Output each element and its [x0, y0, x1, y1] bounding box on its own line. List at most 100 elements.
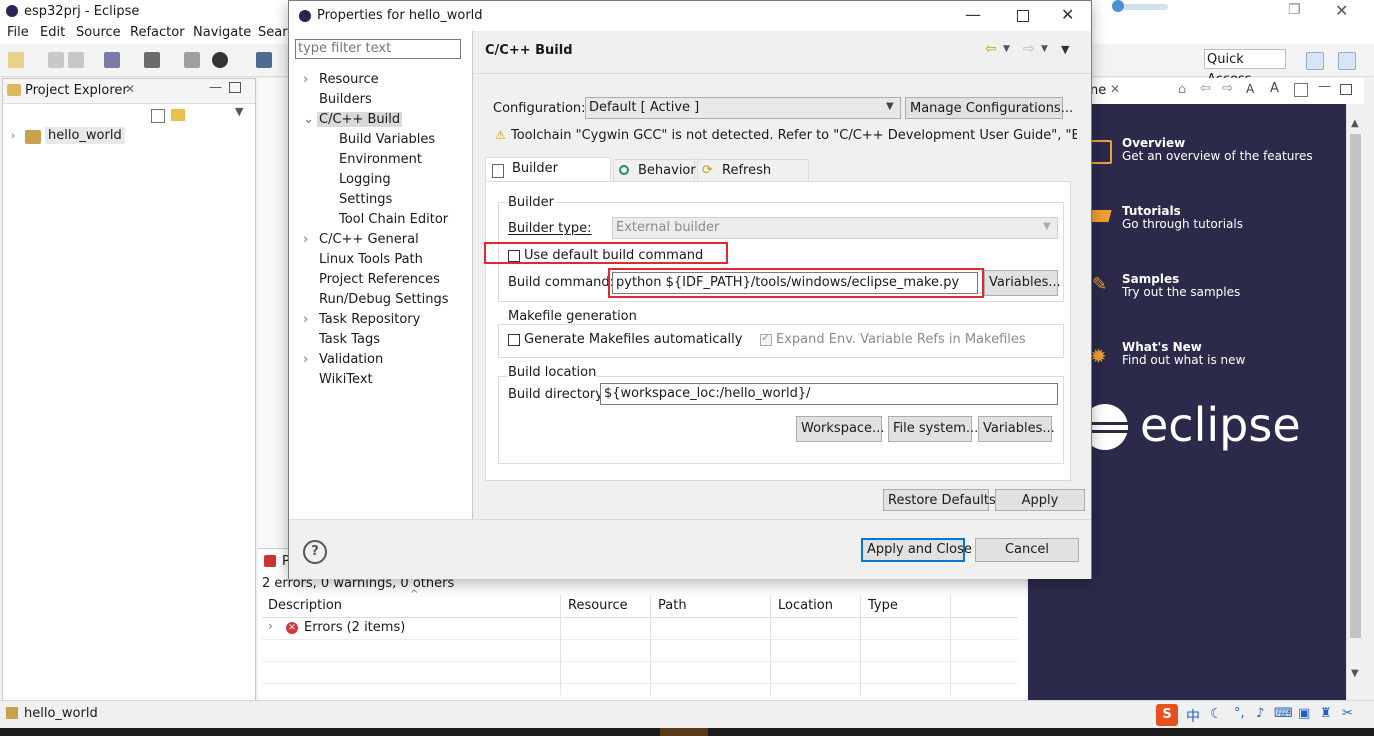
variables-button[interactable]: Variables... — [984, 270, 1061, 296]
tree-item[interactable]: Environment — [339, 152, 422, 167]
welcome-overview-title[interactable]: Overview — [1122, 136, 1185, 150]
tree-expand-icon[interactable]: › — [303, 72, 308, 87]
welcome-tab-label[interactable]: ne — [1090, 83, 1106, 98]
keyboard-icon[interactable]: ⌨ — [1274, 706, 1293, 721]
font-smaller-icon[interactable]: A — [1246, 82, 1254, 96]
project-explorer-title[interactable]: Project Explorer — [25, 83, 128, 98]
home-icon[interactable]: ⌂ — [1178, 82, 1186, 97]
scroll-down-icon[interactable]: ▼ — [1351, 668, 1359, 679]
maximize-view-icon[interactable] — [229, 82, 241, 93]
moon-icon[interactable]: ☾ — [1210, 706, 1223, 722]
project-hello-world[interactable]: hello_world — [45, 127, 125, 144]
close-view-icon[interactable]: ✕ — [125, 82, 135, 96]
column-description[interactable]: Description — [268, 598, 342, 613]
tree-item[interactable]: Settings — [339, 192, 392, 207]
menu-navigate[interactable]: Navigate — [193, 25, 251, 40]
close-tab-icon[interactable]: ✕ — [1110, 82, 1120, 96]
workspace-button[interactable]: Workspace... — [796, 416, 884, 442]
welcome-tutorials-title[interactable]: Tutorials — [1122, 204, 1181, 218]
builder-type-select[interactable]: External builder ▼ — [612, 217, 1058, 239]
minimize-dialog-icon[interactable]: — — [965, 5, 981, 24]
tab-behavior[interactable]: Behavior — [613, 159, 696, 181]
column-location[interactable]: Location — [778, 598, 833, 613]
forward-icon[interactable]: ⇨ — [1222, 81, 1233, 96]
tree-item[interactable]: Task Repository — [319, 312, 420, 327]
skin-icon[interactable]: ▣ — [1298, 706, 1310, 721]
menu-edit[interactable]: Edit — [40, 25, 65, 40]
shirt-icon[interactable]: ♜ — [1320, 706, 1332, 721]
perspective-icon[interactable] — [1306, 52, 1324, 70]
back-nav-icon[interactable]: ⇦ — [985, 41, 997, 57]
maximize-view-icon[interactable] — [1340, 84, 1352, 95]
tree-item[interactable]: WikiText — [319, 372, 373, 387]
ime-icon[interactable]: S — [1156, 704, 1178, 726]
debug-icon[interactable] — [184, 52, 200, 68]
collapse-all-icon[interactable] — [151, 109, 165, 123]
back-dropdown-icon[interactable]: ▼ — [1003, 44, 1010, 54]
restore-defaults-button[interactable]: Restore Defaults — [883, 489, 996, 511]
column-resource[interactable]: Resource — [568, 598, 628, 613]
expand-arrow-icon[interactable]: › — [268, 619, 273, 633]
forward-dropdown-icon[interactable]: ▼ — [1041, 44, 1048, 54]
forward-nav-icon[interactable]: ⇨ — [1023, 41, 1035, 57]
overview-icon[interactable] — [1090, 140, 1112, 164]
tree-item[interactable]: Logging — [339, 172, 391, 187]
back-icon[interactable]: ⇦ — [1200, 81, 1211, 96]
close-window-icon[interactable]: ✕ — [1335, 1, 1348, 20]
apply-and-close-button[interactable]: Apply and Close — [861, 538, 972, 562]
cpp-perspective-icon[interactable] — [1338, 52, 1356, 70]
welcome-samples-title[interactable]: Samples — [1122, 272, 1179, 286]
file-system-button[interactable]: File system... — [888, 416, 978, 442]
tools-icon[interactable]: ✂ — [1342, 706, 1353, 721]
help-icon[interactable]: ? — [303, 540, 327, 564]
scroll-up-icon[interactable]: ▲ — [1351, 118, 1359, 129]
tree-item[interactable]: Project References — [319, 272, 440, 287]
slider-knob-icon[interactable] — [1112, 0, 1124, 12]
tree-item[interactable]: Linux Tools Path — [319, 252, 423, 267]
menu-search[interactable]: Sear — [258, 25, 288, 40]
welcome-scrollbar[interactable]: ▲ ▼ — [1346, 104, 1365, 700]
configuration-select[interactable]: Default [ Active ] ▼ — [585, 97, 901, 119]
build-icon[interactable] — [104, 52, 120, 68]
quick-access-field[interactable]: Quick Access — [1204, 49, 1286, 87]
build-directory-input[interactable]: ${workspace_loc:/hello_world}/ — [600, 383, 1058, 405]
tree-expand-icon[interactable]: › — [303, 312, 308, 327]
view-menu-icon[interactable]: ▼ — [1061, 43, 1069, 56]
taskbar-app-icon[interactable] — [660, 728, 708, 736]
tree-item[interactable]: Build Variables — [339, 132, 435, 147]
tab-refresh-policy[interactable]: ⟳ Refresh Policy — [697, 159, 809, 200]
column-type[interactable]: Type — [868, 598, 898, 613]
tree-item[interactable]: Resource — [319, 72, 379, 87]
font-larger-icon[interactable]: A — [1270, 81, 1279, 96]
tree-item[interactable]: Validation — [319, 352, 383, 367]
samples-icon[interactable]: ✎ — [1092, 274, 1107, 295]
generate-makefiles-checkbox[interactable] — [508, 334, 520, 346]
tree-item[interactable]: Run/Debug Settings — [319, 292, 449, 307]
punctuation-icon[interactable]: °, — [1234, 706, 1245, 721]
link-editor-icon[interactable] — [171, 109, 185, 121]
run-icon[interactable] — [212, 52, 228, 68]
tree-item[interactable]: Builders — [319, 92, 372, 107]
tree-expand-icon[interactable]: › — [303, 232, 308, 247]
whats-new-icon[interactable]: ✹ — [1090, 344, 1107, 368]
close-dialog-icon[interactable]: ✕ — [1061, 5, 1074, 24]
tree-item[interactable]: C/C++ Build — [317, 112, 403, 127]
tree-collapse-icon[interactable]: ⌄ — [303, 112, 314, 127]
tree-expand-icon[interactable]: › — [303, 352, 308, 367]
menu-refactor[interactable]: Refactor — [130, 25, 185, 40]
tree-item[interactable]: Task Tags — [319, 332, 380, 347]
cancel-button[interactable]: Cancel — [975, 538, 1079, 562]
generate-makefiles-label[interactable]: Generate Makefiles automatically — [524, 332, 742, 347]
save-all-icon[interactable] — [68, 52, 84, 68]
mic-icon[interactable]: ♪ — [1256, 706, 1264, 721]
chinese-input-icon[interactable]: 中 — [1186, 706, 1200, 726]
save-icon[interactable] — [48, 52, 64, 68]
apply-button[interactable]: Apply — [995, 489, 1085, 511]
new-icon[interactable] — [8, 52, 24, 68]
filter-input[interactable]: type filter text — [295, 39, 461, 59]
tab-builder-settings[interactable]: Builder Settings — [485, 157, 611, 198]
scroll-thumb[interactable] — [1350, 134, 1361, 638]
manage-configurations-button[interactable]: Manage Configurations... — [905, 97, 1073, 119]
tile-icon[interactable] — [1294, 83, 1308, 97]
maximize-dialog-icon[interactable] — [1017, 10, 1029, 22]
